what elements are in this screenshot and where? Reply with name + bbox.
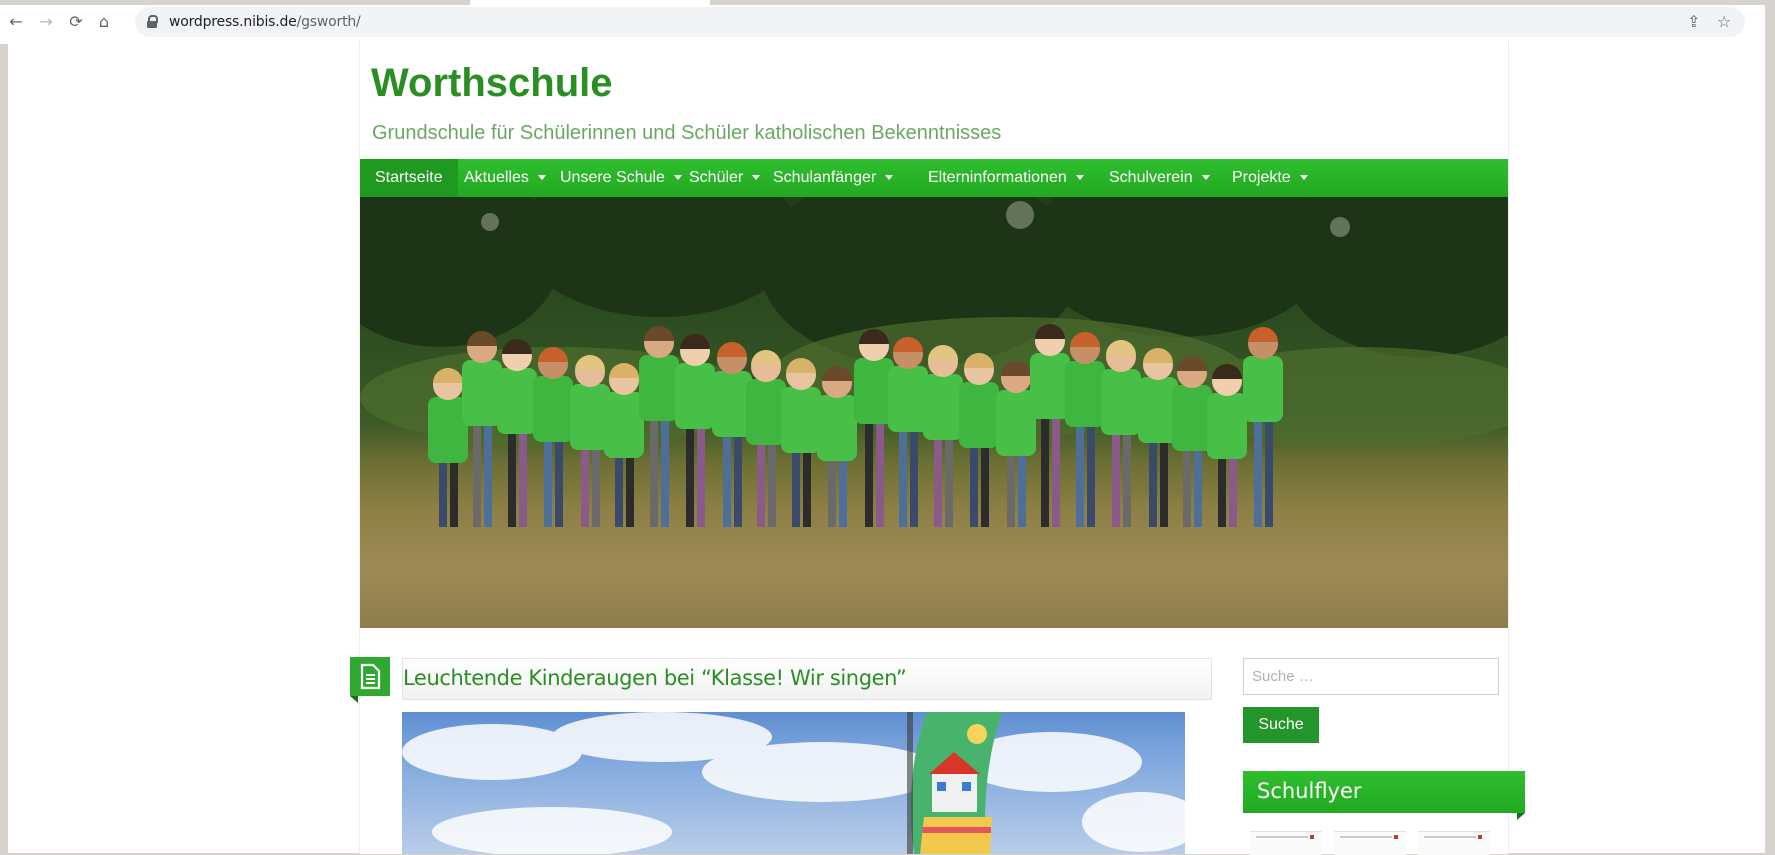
document-icon[interactable] bbox=[350, 657, 390, 696]
post-title[interactable]: Leuchtende Kinderaugen bei “Klasse! Wir … bbox=[403, 666, 907, 690]
arrow-left-icon[interactable]: ← bbox=[6, 12, 26, 32]
sky-and-banner-illustration bbox=[402, 712, 1185, 854]
menu-item-projekte[interactable]: Projekte bbox=[1232, 159, 1308, 197]
star-icon[interactable]: ☆ bbox=[1717, 12, 1731, 31]
main-menu: Startseite Aktuelles Unsere Schule Schül… bbox=[360, 159, 1508, 197]
flyer-thumbnails bbox=[1250, 831, 1500, 855]
site-title[interactable]: Worthschule bbox=[371, 61, 613, 106]
search-input[interactable] bbox=[1243, 658, 1499, 695]
menu-item-schulverein[interactable]: Schulverein bbox=[1109, 159, 1210, 197]
menu-item-label: Startseite bbox=[375, 169, 443, 186]
url-host: wordpress.nibis.de bbox=[169, 14, 297, 30]
caret-down-icon bbox=[673, 175, 682, 181]
share-icon[interactable]: ⇪ bbox=[1687, 12, 1700, 31]
menu-item-label: Schulanfänger bbox=[773, 169, 877, 186]
caret-down-icon bbox=[1201, 175, 1210, 181]
caret-down-icon bbox=[885, 175, 894, 181]
flyer-thumbnail[interactable] bbox=[1250, 831, 1322, 855]
search-button[interactable]: Suche bbox=[1243, 707, 1319, 743]
menu-item-label: Projekte bbox=[1232, 169, 1291, 186]
children-in-green-shirts-illustration bbox=[360, 197, 1508, 527]
caret-down-icon bbox=[1299, 175, 1308, 181]
page-viewport: Worthschule Grundschule für Schülerinnen… bbox=[8, 40, 1765, 855]
tab-strip bbox=[0, 0, 1775, 5]
arrow-right-icon[interactable]: → bbox=[36, 12, 56, 32]
post-featured-image[interactable] bbox=[402, 712, 1185, 854]
menu-item-label: Elterninformationen bbox=[928, 169, 1067, 186]
menu-item-label: Aktuelles bbox=[464, 169, 529, 186]
menu-item-label: Schulverein bbox=[1109, 169, 1193, 186]
browser-toolbar: ← → ⟳ ⌂ wordpress.nibis.de/gsworth/ ⇪ ☆ bbox=[0, 0, 1775, 44]
address-bar[interactable]: wordpress.nibis.de/gsworth/ ⇪ ☆ bbox=[135, 7, 1745, 37]
menu-item-schulanfaenger[interactable]: Schulanfänger bbox=[773, 159, 894, 197]
menu-item-label: Schüler bbox=[689, 169, 744, 186]
caret-down-icon bbox=[537, 175, 546, 181]
menu-item-startseite[interactable]: Startseite bbox=[360, 159, 458, 197]
caret-down-icon bbox=[752, 175, 761, 181]
menu-item-label: Unsere Schule bbox=[560, 169, 665, 186]
site-container: Worthschule Grundschule für Schülerinnen… bbox=[350, 41, 1525, 855]
caret-down-icon bbox=[1075, 175, 1084, 181]
ribbon-fold bbox=[350, 696, 358, 703]
lock-icon[interactable] bbox=[147, 15, 158, 28]
url-text[interactable]: wordpress.nibis.de/gsworth/ bbox=[169, 14, 361, 30]
window-edge bbox=[1765, 0, 1775, 853]
menu-item-schueler[interactable]: Schüler bbox=[689, 159, 761, 197]
home-icon[interactable]: ⌂ bbox=[94, 12, 114, 32]
reload-icon[interactable]: ⟳ bbox=[66, 12, 86, 32]
flyer-thumbnail[interactable] bbox=[1334, 831, 1406, 855]
menu-item-unsere-schule[interactable]: Unsere Schule bbox=[560, 159, 682, 197]
header-photo bbox=[360, 197, 1508, 628]
flyer-thumbnail[interactable] bbox=[1418, 831, 1490, 855]
active-tab[interactable] bbox=[470, 0, 710, 5]
url-path: /gsworth/ bbox=[296, 14, 361, 30]
menu-item-elterninformationen[interactable]: Elterninformationen bbox=[928, 159, 1084, 197]
ribbon-fold bbox=[1517, 813, 1525, 820]
site-tagline: Grundschule für Schülerinnen und Schüler… bbox=[372, 122, 1002, 144]
menu-item-aktuelles[interactable]: Aktuelles bbox=[464, 159, 546, 197]
widget-title-schulflyer: Schulflyer bbox=[1257, 779, 1362, 803]
